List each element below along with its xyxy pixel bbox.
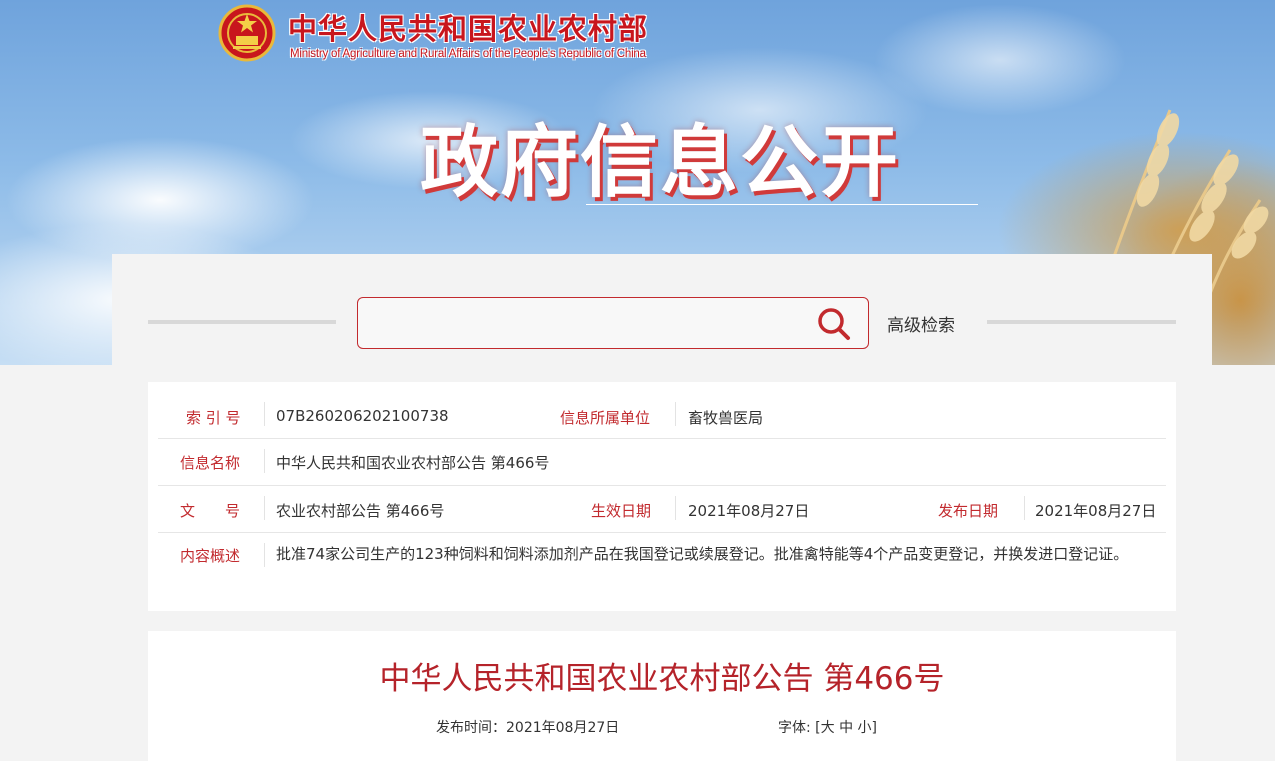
unit-value: 畜牧兽医局 (688, 409, 764, 427)
row-separator (264, 543, 265, 567)
info-row-summary: 内容概述 批准74家公司生产的123种饲料和饲料添加剂产品在我国登记或续展登记。… (158, 533, 1166, 603)
font-bracket-close: ] (871, 720, 878, 736)
search-box (357, 297, 869, 349)
search-icon[interactable] (816, 306, 852, 342)
banner-title: 政府信息公开 (420, 118, 901, 208)
row-separator (675, 402, 676, 426)
summary-value: 批准74家公司生产的123种饲料和饲料添加剂产品在我国登记或续展登记。批准禽特能… (276, 545, 1129, 563)
search-decor-line-right (987, 320, 1176, 324)
index-value: 07B260206202100738 (276, 407, 449, 425)
row-separator (675, 496, 676, 520)
national-emblem-icon (218, 4, 276, 62)
doc-value: 农业农村部公告 第466号 (276, 502, 445, 520)
name-value: 中华人民共和国农业农村部公告 第466号 (276, 454, 550, 472)
publish-date-value: 2021年08月27日 (1035, 502, 1157, 520)
row-separator (264, 449, 265, 473)
font-large-button[interactable]: 大 (821, 720, 835, 736)
info-row-index: 索 引 号 07B260206202100738 信息所属单位 畜牧兽医局 (158, 382, 1166, 439)
font-size-label: 字体: (778, 720, 811, 736)
info-row-doc: 文 号 农业农村部公告 第466号 生效日期 2021年08月27日 发布日期 … (158, 486, 1166, 533)
main-panel: 高级检索 索 引 号 07B260206202100738 信息所属单位 畜牧兽… (112, 254, 1212, 761)
font-small-button[interactable]: 小 (858, 720, 872, 736)
doc-label: 文 号 (180, 502, 241, 520)
index-label: 索 引 号 (186, 409, 241, 427)
name-label: 信息名称 (180, 454, 241, 472)
effective-date-label: 生效日期 (591, 502, 652, 520)
article-panel: 中华人民共和国农业农村部公告 第466号 发布时间：2021年08月27日 字体… (148, 631, 1176, 761)
info-row-name: 信息名称 中华人民共和国农业农村部公告 第466号 (158, 439, 1166, 486)
publish-time-label: 发布时间： (436, 720, 506, 736)
search-decor-line-left (148, 320, 336, 324)
org-name-cn: 中华人民共和国农业农村部 (288, 12, 649, 46)
advanced-search-link[interactable]: 高级检索 (887, 311, 955, 336)
publish-time: 发布时间：2021年08月27日 (436, 717, 619, 737)
unit-label: 信息所属单位 (560, 409, 651, 427)
org-name-en: Ministry of Agriculture and Rural Affair… (290, 48, 646, 60)
banner-divider (586, 204, 978, 205)
row-separator (264, 402, 265, 426)
search-row: 高级检索 (112, 297, 1212, 349)
publish-date-label: 发布日期 (938, 502, 999, 520)
publish-time-value: 2021年08月27日 (506, 720, 620, 736)
row-separator (264, 496, 265, 520)
row-separator (1024, 496, 1025, 520)
summary-label: 内容概述 (180, 547, 241, 565)
font-medium-button[interactable]: 中 (839, 720, 853, 736)
search-input[interactable] (366, 306, 800, 340)
effective-date-value: 2021年08月27日 (688, 502, 810, 520)
info-table: 索 引 号 07B260206202100738 信息所属单位 畜牧兽医局 信息… (148, 382, 1176, 611)
article-title: 中华人民共和国农业农村部公告 第466号 (379, 661, 945, 697)
font-size-controls: 字体: [大 中 小] (778, 717, 877, 737)
